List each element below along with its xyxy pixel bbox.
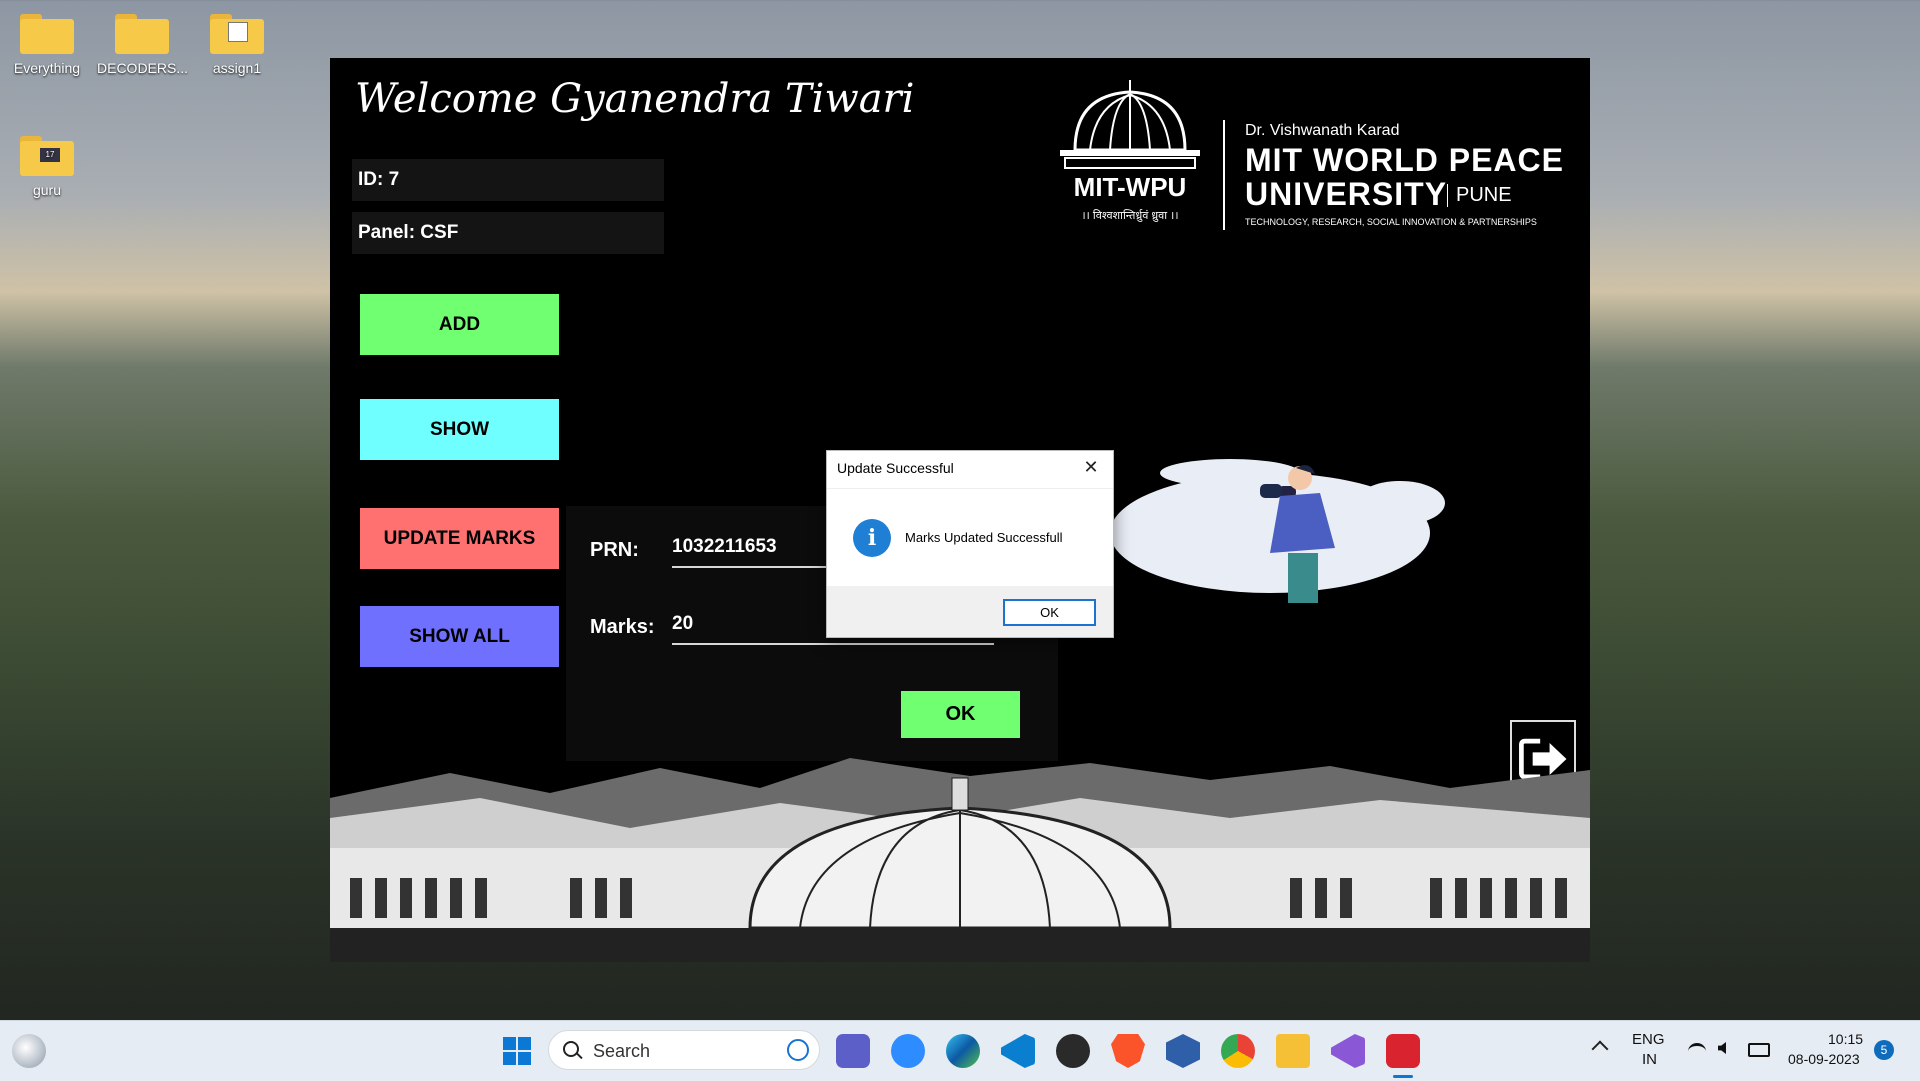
binoculars-illustration xyxy=(1110,459,1445,603)
logo-founder: Dr. Vishwanath Karad xyxy=(1245,122,1400,139)
welcome-heading: Welcome Gyanendra Tiwari xyxy=(355,76,915,122)
logo-short-name: MIT-WPU xyxy=(1073,172,1187,202)
volume-icon[interactable] xyxy=(1718,1042,1726,1054)
start-button[interactable] xyxy=(500,1034,534,1068)
active-app-indicator xyxy=(1393,1075,1413,1078)
campus-banner-image xyxy=(330,758,1590,962)
desktop-icon-label: guru xyxy=(32,182,62,198)
desktop-icon-everything[interactable]: Everything xyxy=(2,14,92,76)
logo-motto: TECHNOLOGY, RESEARCH, SOCIAL INNOVATION … xyxy=(1245,217,1537,227)
marks-label: Marks: xyxy=(590,616,655,638)
update-marks-button[interactable]: UPDATE MARKS xyxy=(360,508,559,569)
obs-icon[interactable] xyxy=(1056,1034,1090,1068)
widgets-icon[interactable] xyxy=(12,1034,46,1068)
input-region: IN xyxy=(1642,1051,1657,1068)
show-all-button[interactable]: SHOW ALL xyxy=(360,606,559,667)
logo-tagline: ।। विश्वशान्तिर्ध्रुवं ध्रुवा ।। xyxy=(1081,210,1179,222)
brave-icon[interactable] xyxy=(1111,1034,1145,1068)
taskbar-search-box[interactable]: Search xyxy=(548,1030,820,1070)
desktop-icon-label: assign1 xyxy=(212,60,262,76)
folder-icon xyxy=(210,14,264,54)
teams-chat-icon[interactable] xyxy=(836,1034,870,1068)
desktop-icon-assign1[interactable]: assign1 xyxy=(192,14,282,76)
desktop-icon-label: Everything xyxy=(13,60,81,76)
search-icon xyxy=(563,1041,579,1057)
edge-icon[interactable] xyxy=(946,1034,980,1068)
input-language[interactable]: ENG xyxy=(1632,1031,1665,1048)
vscode-icon[interactable] xyxy=(1001,1034,1035,1068)
university-logo: MIT-WPU ।। विश्वशान्तिर्ध्रुवं ध्रुवा ।।… xyxy=(1055,70,1575,230)
dialog-footer: OK xyxy=(827,586,1113,637)
info-icon: i xyxy=(853,519,891,557)
windows-logo-icon xyxy=(503,1037,531,1065)
logo-name-line2: UNIVERSITY xyxy=(1245,176,1448,212)
panel-label: Panel: CSF xyxy=(352,212,664,254)
active-app-icon[interactable] xyxy=(1386,1034,1420,1068)
desktop-icon-label: DECODERS... xyxy=(97,60,189,76)
virtualbox-icon[interactable] xyxy=(1166,1034,1200,1068)
dialog-close-button[interactable]: ✕ xyxy=(1077,455,1105,479)
search-placeholder: Search xyxy=(593,1041,651,1061)
show-hidden-icons-chevron-icon[interactable] xyxy=(1591,1040,1609,1058)
logo-divider xyxy=(1223,120,1225,230)
prn-label: PRN: xyxy=(590,539,639,561)
add-button[interactable]: ADD xyxy=(360,294,559,355)
logo-city: PUNE xyxy=(1447,184,1512,207)
submit-ok-button[interactable]: OK xyxy=(901,691,1020,738)
bing-icon xyxy=(787,1039,809,1061)
taskbar: Search ENG IN 10:15 08-09-2023 5 xyxy=(0,1020,1920,1081)
folder-icon xyxy=(20,14,74,54)
wifi-icon[interactable] xyxy=(1688,1043,1706,1060)
dialog-ok-button[interactable]: OK xyxy=(1003,599,1096,626)
clock-date[interactable]: 08-09-2023 xyxy=(1788,1051,1860,1067)
user-id-label: ID: 7 xyxy=(352,159,664,201)
folder-icon xyxy=(115,14,169,54)
visual-studio-icon[interactable] xyxy=(1331,1034,1365,1068)
folder-icon: 17 xyxy=(20,136,74,176)
notification-badge[interactable]: 5 xyxy=(1874,1040,1894,1060)
dome-icon xyxy=(1060,80,1200,169)
logo-name-line1: MIT WORLD PEACE xyxy=(1245,142,1564,178)
dialog-body: i Marks Updated Successfull xyxy=(827,488,1113,587)
dialog-title: Update Successful xyxy=(837,460,954,476)
chrome-icon[interactable] xyxy=(1221,1034,1255,1068)
zoom-icon[interactable] xyxy=(891,1034,925,1068)
desktop-icon-guru[interactable]: 17 guru xyxy=(2,136,92,198)
show-button[interactable]: SHOW xyxy=(360,399,559,460)
battery-icon[interactable] xyxy=(1748,1043,1770,1057)
clock-time[interactable]: 10:15 xyxy=(1828,1031,1863,1047)
file-explorer-icon[interactable] xyxy=(1276,1034,1310,1068)
dialog-message: Marks Updated Successfull xyxy=(905,530,1063,545)
desktop-icon-decoders[interactable]: DECODERS... xyxy=(97,14,189,76)
update-successful-dialog: Update Successful ✕ i Marks Updated Succ… xyxy=(826,450,1114,638)
